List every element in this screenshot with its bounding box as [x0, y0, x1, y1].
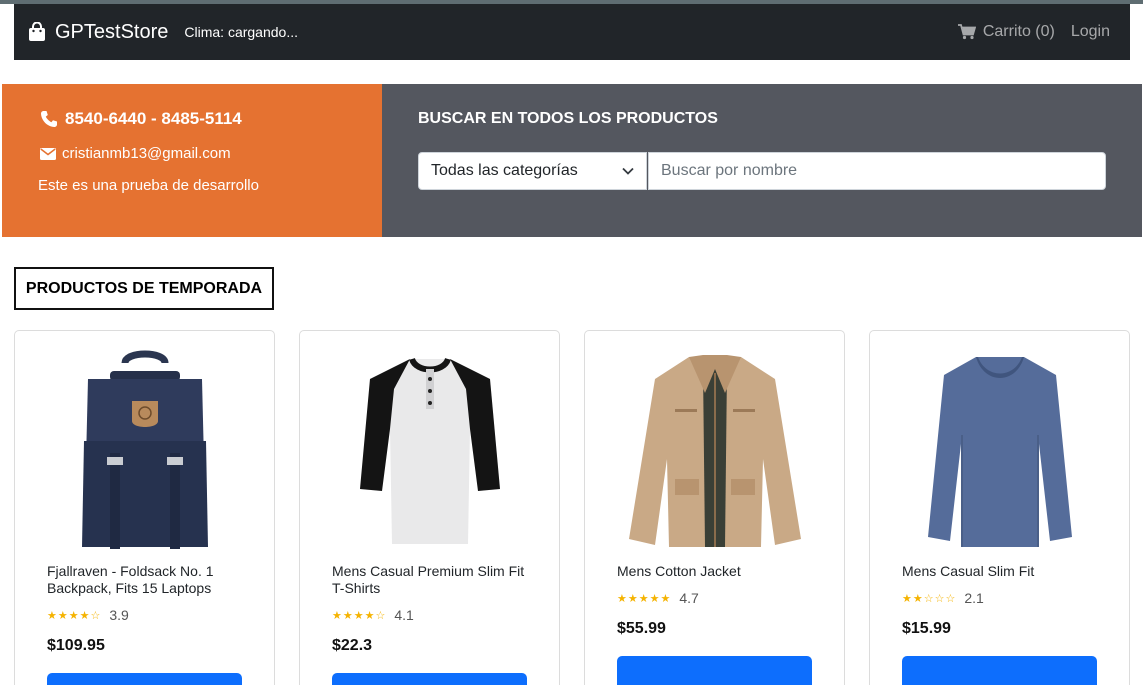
- product-name[interactable]: Fjallraven - Foldsack No. 1 Backpack, Fi…: [47, 563, 242, 597]
- product-rating: ★★★★☆ 4.1: [332, 607, 527, 623]
- product-card[interactable]: Mens Casual Slim Fit ★★☆☆☆ 2.1 $15.99: [869, 330, 1130, 685]
- add-to-cart-button[interactable]: [332, 673, 527, 685]
- rating-value: 2.1: [964, 590, 984, 606]
- rating-stars: ★★★★☆: [332, 609, 387, 622]
- product-name[interactable]: Mens Casual Premium Slim Fit T-Shirts: [332, 563, 527, 597]
- rating-value: 3.9: [109, 607, 129, 623]
- product-image[interactable]: [902, 331, 1097, 553]
- search-title: BUSCAR EN TODOS LOS PRODUCTOS: [418, 110, 718, 127]
- email-row: cristianmb13@gmail.com: [40, 145, 382, 162]
- product-card[interactable]: Fjallraven - Foldsack No. 1 Backpack, Fi…: [14, 330, 275, 685]
- weather-status: Clima: cargando...: [184, 24, 298, 40]
- product-card[interactable]: Mens Casual Premium Slim Fit T-Shirts ★★…: [299, 330, 560, 685]
- raglan-shirt-image: [359, 357, 500, 544]
- contact-panel: 8540-6440 - 8485-5114 cristianmb13@gmail…: [2, 84, 382, 237]
- phone-numbers: 8540-6440 - 8485-5114: [65, 109, 242, 128]
- navbar: GPTestStore Clima: cargando... Carrito (…: [14, 4, 1130, 60]
- add-to-cart-button[interactable]: [902, 656, 1097, 685]
- chevron-down-icon: [622, 167, 634, 175]
- phone-icon: [41, 111, 57, 127]
- jacket-image: [628, 355, 801, 547]
- product-image[interactable]: [47, 331, 242, 553]
- product-card[interactable]: Mens Cotton Jacket ★★★★★ 4.7 $55.99: [584, 330, 845, 685]
- envelope-icon: [40, 147, 56, 160]
- product-name[interactable]: Mens Casual Slim Fit: [902, 563, 1097, 580]
- rating-stars: ★★☆☆☆: [902, 592, 957, 605]
- rating-value: 4.1: [394, 607, 414, 623]
- search-panel: BUSCAR EN TODOS LOS PRODUCTOS Todas las …: [382, 84, 1142, 237]
- description: Este es una prueba de desarrollo: [38, 177, 259, 194]
- section-title: PRODUCTOS DE TEMPORADA: [14, 267, 274, 310]
- product-price: $55.99: [617, 620, 666, 637]
- phone-row: 8540-6440 - 8485-5114: [40, 109, 382, 129]
- add-to-cart-button[interactable]: [47, 673, 242, 685]
- product-rating: ★★★★☆ 3.9: [47, 607, 242, 623]
- brand-name: GPTestStore: [55, 20, 169, 43]
- email-address[interactable]: cristianmb13@gmail.com: [62, 145, 231, 162]
- shopping-bag-icon: [29, 22, 45, 41]
- cart-link[interactable]: Carrito (0): [957, 23, 1055, 41]
- product-name[interactable]: Mens Cotton Jacket: [617, 563, 812, 580]
- product-price: $22.3: [332, 637, 373, 654]
- brand[interactable]: GPTestStore: [28, 21, 168, 44]
- nav-right: Carrito (0) Login: [957, 23, 1116, 41]
- rating-stars: ★★★★★: [617, 592, 672, 605]
- rating-stars: ★★★★☆: [47, 609, 102, 622]
- search-input[interactable]: [648, 152, 1106, 190]
- rating-value: 4.7: [679, 590, 699, 606]
- category-selected: Todas las categorías: [431, 162, 578, 179]
- backpack-image: [81, 350, 208, 549]
- product-image[interactable]: [617, 331, 812, 553]
- search-row: Todas las categorías: [418, 152, 1142, 190]
- product-price: $15.99: [902, 620, 951, 637]
- product-image[interactable]: [332, 331, 527, 553]
- product-rating: ★★☆☆☆ 2.1: [902, 590, 1097, 606]
- cart-label: Carrito (0): [982, 23, 1055, 40]
- long-sleeve-shirt-image: [927, 357, 1072, 547]
- category-select[interactable]: Todas las categorías: [418, 152, 647, 190]
- cart-icon: [957, 24, 976, 40]
- login-link[interactable]: Login: [1071, 23, 1110, 41]
- product-price: $109.95: [47, 637, 105, 654]
- add-to-cart-button[interactable]: [617, 656, 812, 685]
- product-rating: ★★★★★ 4.7: [617, 590, 812, 606]
